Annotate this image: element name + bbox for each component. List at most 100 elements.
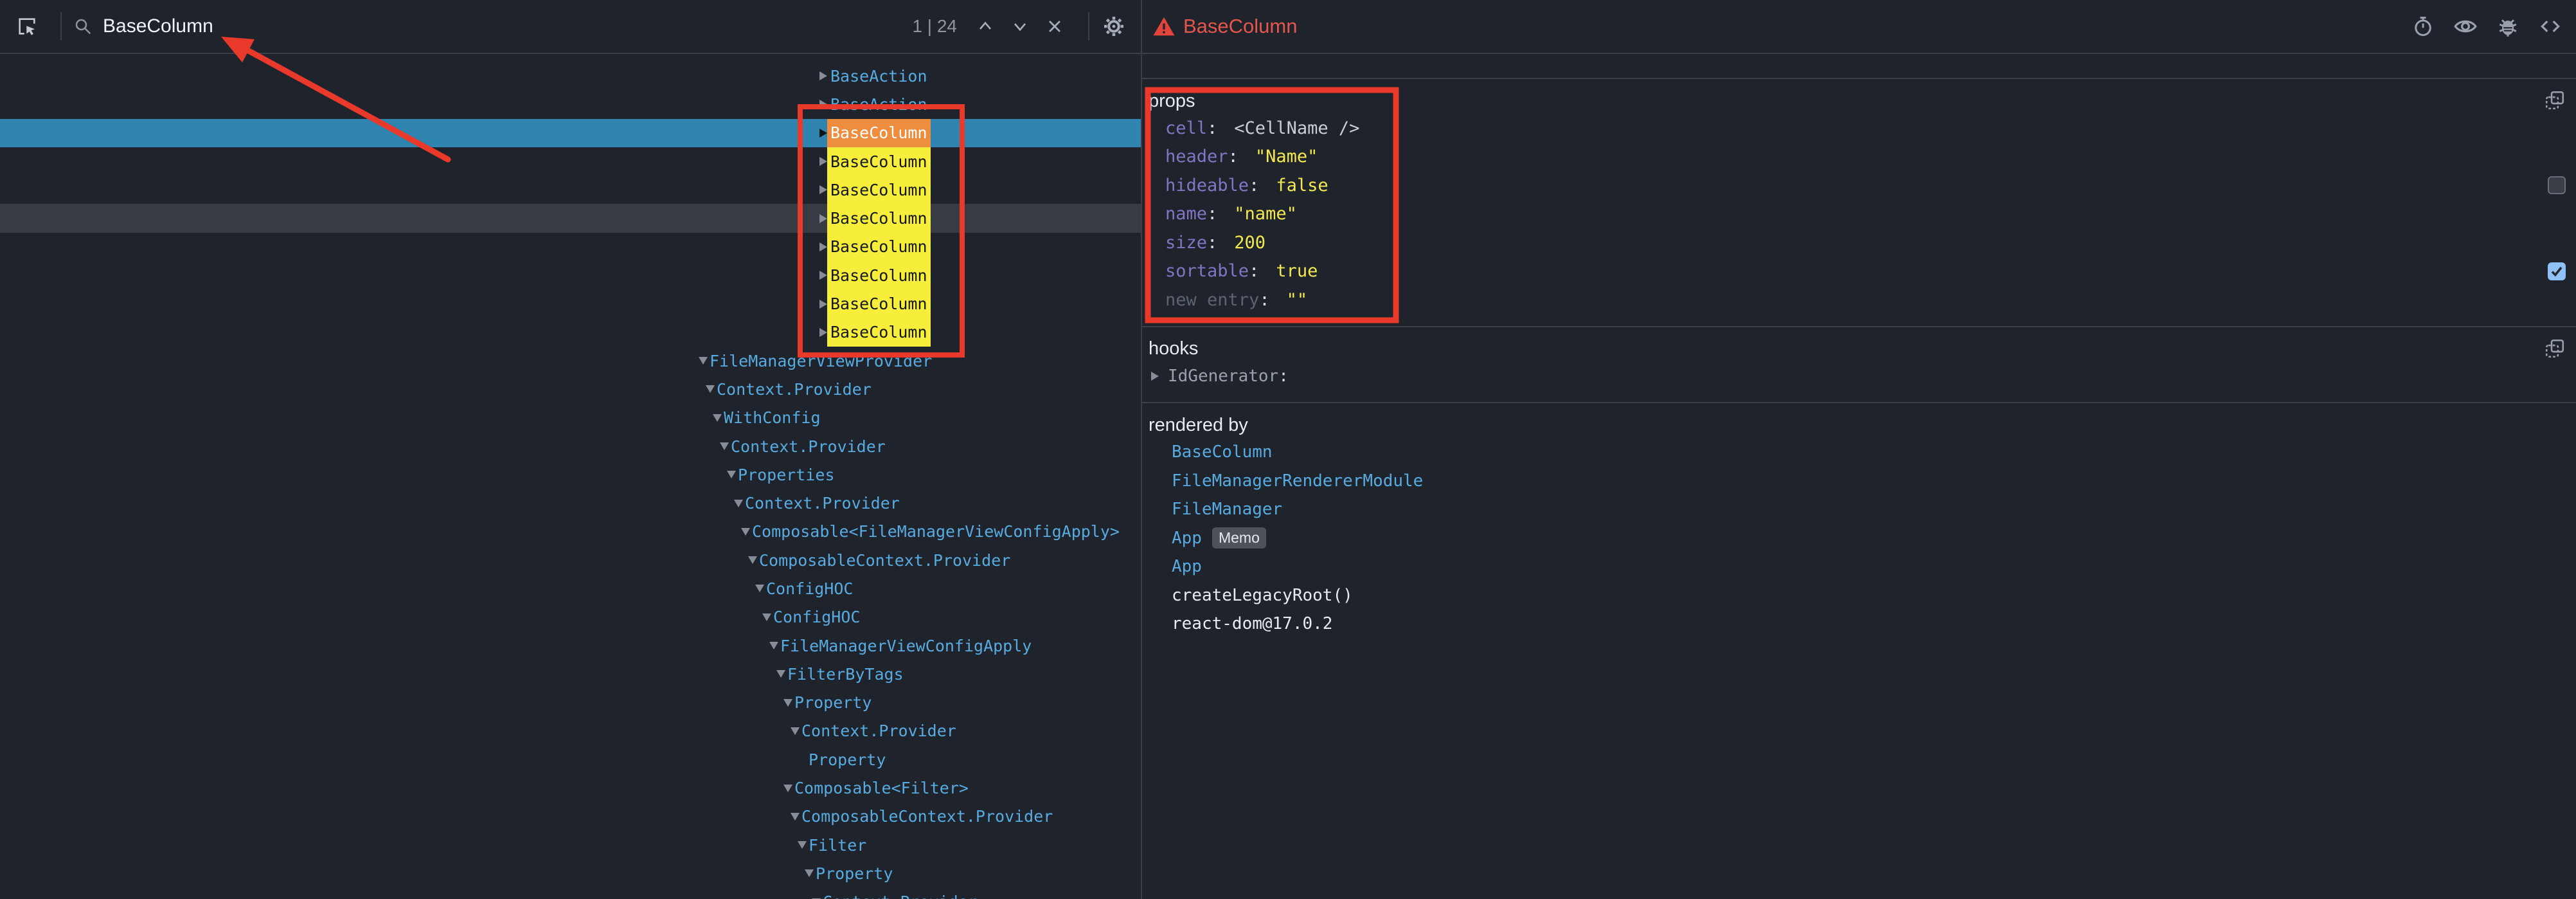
component-name[interactable]: BaseAction bbox=[827, 90, 931, 118]
component-name[interactable]: Property bbox=[805, 745, 889, 774]
tree-row-ConfigHOC[interactable]: ConfigHOC bbox=[0, 603, 1141, 631]
component-name[interactable]: ConfigHOC bbox=[763, 574, 856, 603]
tree-row-BaseColumn[interactable]: BaseColumn bbox=[0, 176, 1141, 204]
tree-row-WithConfig[interactable]: WithConfig bbox=[0, 404, 1141, 432]
tree-row-Composable-FileManagerViewConfigApply-[interactable]: Composable<FileManagerViewConfigApply> bbox=[0, 518, 1141, 546]
prop-value[interactable]: 200 bbox=[1234, 233, 1266, 253]
component-name[interactable]: ComposableContext.Provider bbox=[756, 546, 1014, 574]
component-name[interactable]: BaseColumn bbox=[827, 289, 931, 318]
log-to-console-button[interactable] bbox=[2495, 14, 2521, 39]
component-name[interactable]: BaseAction bbox=[827, 62, 931, 90]
owner-link[interactable]: App bbox=[1172, 557, 1202, 576]
inspect-element-button[interactable] bbox=[14, 14, 40, 39]
tree-row-FileManagerViewProvider[interactable]: FileManagerViewProvider bbox=[0, 347, 1141, 375]
component-name[interactable]: WithConfig bbox=[720, 404, 824, 432]
checkbox-checked[interactable] bbox=[2548, 262, 2566, 280]
prop-value[interactable]: true bbox=[1276, 261, 1318, 281]
suspend-toggle-button[interactable] bbox=[2410, 14, 2436, 39]
previous-match-button[interactable] bbox=[972, 14, 998, 39]
prop-row-size[interactable]: size:200 bbox=[1142, 228, 2576, 257]
tree-row-Composable-Filter-[interactable]: Composable<Filter> bbox=[0, 774, 1141, 802]
tree-row-Filter[interactable]: Filter bbox=[0, 831, 1141, 859]
search-input[interactable] bbox=[103, 15, 912, 37]
tree-row-BaseColumn[interactable]: BaseColumn bbox=[0, 289, 1141, 318]
stopwatch-icon bbox=[2411, 15, 2435, 38]
tree-row-Context-Provider[interactable]: Context.Provider bbox=[0, 888, 1141, 899]
tree-row-FileManagerViewConfigApply[interactable]: FileManagerViewConfigApply bbox=[0, 631, 1141, 660]
clear-search-button[interactable] bbox=[1042, 14, 1068, 39]
owner-link[interactable]: App bbox=[1172, 529, 1202, 548]
tree-row-Context-Provider[interactable]: Context.Provider bbox=[0, 717, 1141, 745]
expand-arrow-icon[interactable] bbox=[1151, 372, 1168, 381]
tree-row-BaseAction[interactable]: BaseAction bbox=[0, 62, 1141, 90]
component-name[interactable]: BaseColumn bbox=[827, 204, 931, 232]
component-name[interactable]: ComposableContext.Provider bbox=[798, 803, 1056, 831]
owner-link[interactable]: FileManagerRendererModule bbox=[1172, 471, 1423, 491]
component-name[interactable]: BaseColumn bbox=[827, 318, 931, 347]
tree-row-BaseColumn[interactable]: BaseColumn bbox=[0, 147, 1141, 176]
component-name[interactable]: Composable<Filter> bbox=[791, 774, 972, 802]
tree-row-FilterByTags[interactable]: FilterByTags bbox=[0, 660, 1141, 688]
prop-colon: : bbox=[1228, 147, 1239, 167]
tree-row-ComposableContext-Provider[interactable]: ComposableContext.Provider bbox=[0, 803, 1141, 831]
tree-row-Property[interactable]: Property bbox=[0, 745, 1141, 774]
component-name[interactable]: Context.Provider bbox=[742, 489, 903, 517]
hooks-section-title: hooks bbox=[1142, 336, 2576, 362]
settings-button[interactable] bbox=[1101, 14, 1127, 39]
owner-link[interactable]: BaseColumn bbox=[1172, 442, 1273, 462]
prop-value[interactable]: <CellName /> bbox=[1234, 118, 1359, 138]
component-name[interactable]: FilterByTags bbox=[784, 660, 907, 688]
tree-row-Context-Provider[interactable]: Context.Provider bbox=[0, 489, 1141, 517]
inspect-dom-button[interactable] bbox=[2453, 14, 2478, 39]
component-name[interactable]: Composable<FileManagerViewConfigApply> bbox=[749, 518, 1123, 546]
tree-row-Property[interactable]: Property bbox=[0, 859, 1141, 887]
component-name[interactable]: FileManagerViewProvider bbox=[706, 347, 935, 375]
tree-row-BaseColumn[interactable]: BaseColumn bbox=[0, 204, 1141, 232]
tree-row-BaseColumn[interactable]: BaseColumn bbox=[0, 318, 1141, 347]
prop-value[interactable]: "name" bbox=[1234, 204, 1297, 224]
component-name[interactable]: BaseColumn bbox=[827, 119, 931, 147]
component-name[interactable]: Filter bbox=[805, 831, 870, 859]
component-name[interactable]: Context.Provider bbox=[728, 432, 889, 460]
view-source-button[interactable] bbox=[2537, 14, 2563, 39]
prop-row-sortable[interactable]: sortable:true bbox=[1142, 257, 2576, 286]
component-name[interactable]: BaseColumn bbox=[827, 233, 931, 261]
inspected-element-panel: props cell:<CellName />header:"Name"hide… bbox=[1142, 54, 2576, 899]
prop-row-name[interactable]: name:"name" bbox=[1142, 200, 2576, 229]
tree-row-Properties[interactable]: Properties bbox=[0, 460, 1141, 489]
prop-value[interactable]: false bbox=[1276, 176, 1328, 195]
component-name[interactable]: Property bbox=[812, 859, 896, 887]
component-name[interactable]: Context.Provider bbox=[798, 717, 960, 745]
tree-row-Context-Provider[interactable]: Context.Provider bbox=[0, 432, 1141, 460]
component-name[interactable]: FileManagerViewConfigApply bbox=[777, 631, 1035, 660]
prop-row-hideable[interactable]: hideable:false bbox=[1142, 171, 2576, 200]
tree-row-BaseColumn[interactable]: BaseColumn bbox=[0, 261, 1141, 289]
warning-triangle-icon bbox=[1152, 15, 1176, 38]
prop-value[interactable]: "" bbox=[1287, 290, 1308, 310]
component-name[interactable]: Properties bbox=[735, 460, 838, 489]
component-name[interactable]: Context.Provider bbox=[819, 888, 981, 899]
tree-row-BaseColumn[interactable]: BaseColumn bbox=[0, 233, 1141, 261]
tree-row-ConfigHOC[interactable]: ConfigHOC bbox=[0, 574, 1141, 603]
component-name[interactable]: BaseColumn bbox=[827, 261, 931, 289]
component-name[interactable]: ConfigHOC bbox=[770, 603, 863, 631]
prop-row-new-entry[interactable]: new entry:"" bbox=[1142, 286, 2576, 314]
tree-row-Property[interactable]: Property bbox=[0, 689, 1141, 717]
copy-props-button[interactable] bbox=[2544, 89, 2566, 111]
tree-row-ComposableContext-Provider[interactable]: ComposableContext.Provider bbox=[0, 546, 1141, 574]
tree-row-BaseAction[interactable]: BaseAction bbox=[0, 90, 1141, 118]
tree-row-Context-Provider[interactable]: Context.Provider bbox=[0, 375, 1141, 403]
tree-row-BaseColumn[interactable]: BaseColumn bbox=[0, 119, 1141, 147]
prop-value[interactable]: "Name" bbox=[1255, 147, 1318, 167]
prop-row-cell[interactable]: cell:<CellName /> bbox=[1142, 114, 2576, 143]
next-match-button[interactable] bbox=[1007, 14, 1033, 39]
owner-link[interactable]: FileManager bbox=[1172, 500, 1282, 519]
hook-row-IdGenerator[interactable]: IdGenerator: bbox=[1142, 362, 2576, 391]
copy-hooks-button[interactable] bbox=[2544, 338, 2566, 359]
component-name[interactable]: Context.Provider bbox=[713, 375, 875, 403]
checkbox-unchecked[interactable] bbox=[2548, 176, 2566, 194]
component-name[interactable]: Property bbox=[791, 689, 875, 717]
component-name[interactable]: BaseColumn bbox=[827, 147, 931, 176]
prop-row-header[interactable]: header:"Name" bbox=[1142, 143, 2576, 172]
component-name[interactable]: BaseColumn bbox=[827, 176, 931, 204]
